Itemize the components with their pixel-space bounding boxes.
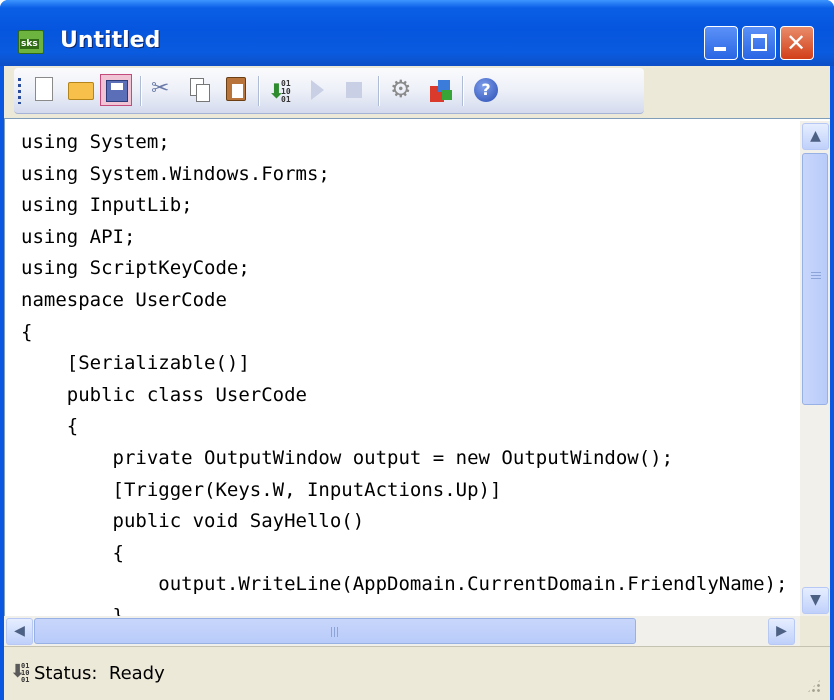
new-button[interactable] <box>28 74 60 106</box>
status-label: Status: <box>34 663 98 684</box>
settings-icon: ⚙ <box>390 75 412 103</box>
settings-button[interactable]: ⚙ <box>386 74 418 106</box>
help-icon: ? <box>474 78 498 102</box>
scroll-left-button[interactable]: ◀ <box>6 618 33 645</box>
open-folder-icon <box>68 82 94 100</box>
toolbar-grip[interactable] <box>18 78 21 104</box>
code-line: output.WriteLine(AppDomain.CurrentDomain… <box>21 573 788 596</box>
stop-button[interactable] <box>338 74 370 106</box>
app-icon: sks <box>18 30 44 54</box>
minimize-button[interactable] <box>704 26 738 60</box>
thumb-grip-icon <box>331 627 339 637</box>
thumb-grip-icon <box>811 272 821 280</box>
chevron-up-icon: ▲ <box>810 128 821 144</box>
toolbar: ✂ ⬇ 01 10 01 ⚙ ? <box>14 68 644 114</box>
open-button[interactable] <box>64 74 96 106</box>
app-window: sks Untitled ✕ ✂ ⬇ 01 10 01 ⚙ ? using Sy… <box>0 0 834 700</box>
vertical-scroll-thumb[interactable] <box>802 153 828 405</box>
horizontal-scrollbar[interactable]: ◀ ▶ <box>4 616 800 646</box>
save-icon <box>106 80 128 102</box>
maximize-icon <box>751 34 767 51</box>
chevron-down-icon: ▼ <box>810 592 821 608</box>
compile-button[interactable]: ⬇ 01 10 01 <box>264 74 296 106</box>
run-button[interactable] <box>302 74 334 106</box>
scroll-down-button[interactable]: ▼ <box>802 587 829 614</box>
code-line: using API; <box>21 225 136 248</box>
code-line: using InputLib; <box>21 194 193 217</box>
code-line: public class UserCode <box>21 383 307 406</box>
minimize-icon <box>714 47 726 51</box>
toolbar-separator <box>378 76 380 106</box>
code-line: public void SayHello() <box>21 510 365 533</box>
code-line: using System.Windows.Forms; <box>21 162 330 185</box>
toolbar-separator <box>462 76 464 106</box>
code-editor[interactable]: using System; using System.Windows.Forms;… <box>4 118 830 616</box>
toolbar-separator <box>258 76 260 106</box>
chevron-right-icon: ▶ <box>776 623 787 639</box>
chevron-left-icon: ◀ <box>14 623 25 639</box>
toolbar-separator <box>140 76 142 106</box>
paste-icon <box>226 77 246 101</box>
code-line: private OutputWindow output = new Output… <box>21 446 674 469</box>
save-button[interactable] <box>100 74 132 106</box>
cut-button[interactable]: ✂ <box>148 74 180 106</box>
status-compile-icon: ⬇ 01 10 01 <box>10 661 30 684</box>
compile-icon: ⬇ 01 10 01 <box>268 79 291 104</box>
cut-icon: ✂ <box>151 76 170 101</box>
run-icon <box>311 80 324 100</box>
code-text[interactable]: using System; using System.Windows.Forms;… <box>21 127 787 616</box>
status-value: Ready <box>108 663 165 684</box>
copy-button[interactable] <box>184 74 216 106</box>
resize-grip-icon[interactable] <box>806 678 822 694</box>
title-bar[interactable]: sks Untitled ✕ <box>0 0 834 66</box>
scroll-right-button[interactable]: ▶ <box>768 618 795 645</box>
toolbar-area: ✂ ⬇ 01 10 01 ⚙ ? <box>4 66 830 118</box>
paste-button[interactable] <box>220 74 252 106</box>
vertical-scrollbar[interactable]: ▲ ▼ <box>800 121 830 616</box>
copy-icon <box>190 78 210 102</box>
tools-button[interactable] <box>424 74 456 106</box>
window-title: Untitled <box>60 28 161 53</box>
help-button[interactable]: ? <box>470 74 502 106</box>
code-line: [Serializable()] <box>21 352 250 375</box>
maximize-button[interactable] <box>742 26 776 60</box>
close-icon: ✕ <box>786 29 807 57</box>
close-button[interactable]: ✕ <box>780 26 814 60</box>
status-bar: ⬇ 01 10 01 Status: Ready <box>4 646 830 700</box>
code-line: } <box>21 604 124 616</box>
status-text: Status: Ready <box>34 663 165 684</box>
tools-icon <box>428 78 452 102</box>
stop-icon <box>346 82 362 98</box>
code-line: using System; <box>21 131 170 153</box>
new-file-icon <box>35 77 53 101</box>
code-line: namespace UserCode <box>21 288 227 311</box>
horizontal-scroll-thumb[interactable] <box>34 618 636 644</box>
code-line: { <box>21 415 79 438</box>
code-line: { <box>21 541 124 564</box>
scrollbar-corner <box>800 616 830 646</box>
code-line: using ScriptKeyCode; <box>21 257 250 280</box>
code-line: [Trigger(Keys.W, InputActions.Up)] <box>21 478 502 501</box>
code-line: { <box>21 320 33 343</box>
scroll-up-button[interactable]: ▲ <box>802 123 829 150</box>
app-icon-label: sks <box>20 39 39 49</box>
